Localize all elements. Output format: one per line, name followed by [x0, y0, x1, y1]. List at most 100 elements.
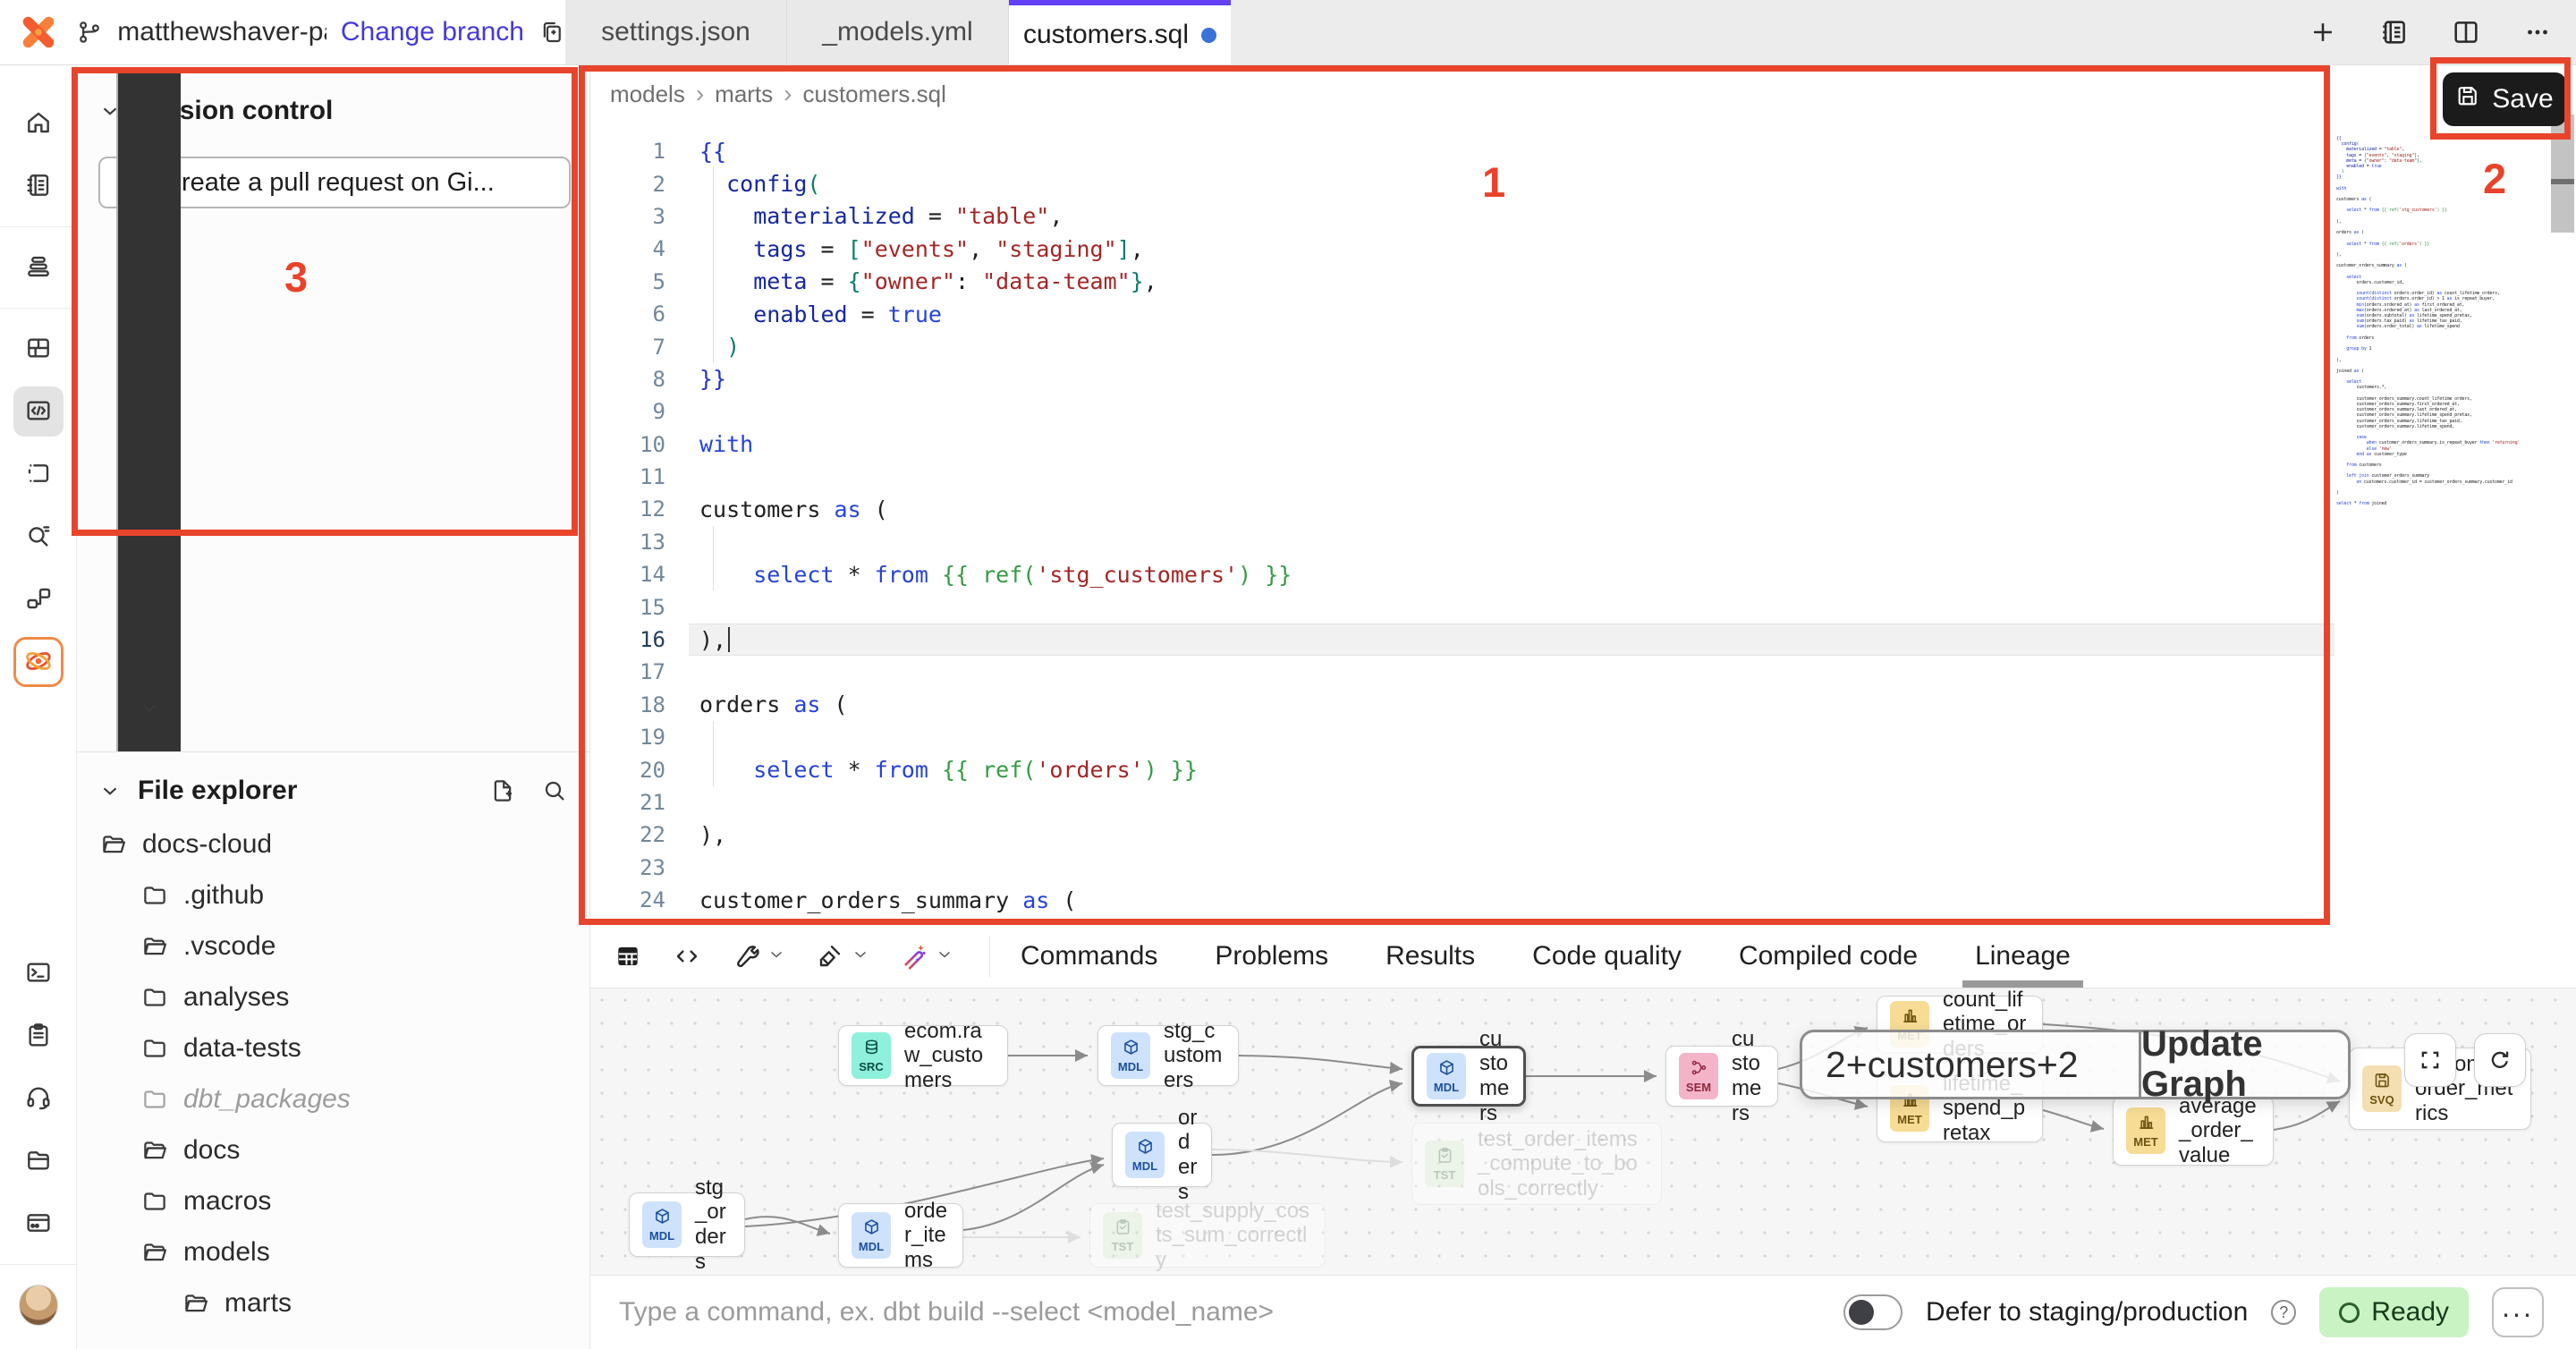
status-badge[interactable]: Ready — [2319, 1287, 2469, 1337]
broom-icon[interactable] — [816, 942, 869, 971]
file-tree-item-docs[interactable]: docs — [77, 1124, 589, 1175]
search-files-icon[interactable] — [541, 777, 568, 804]
code-line-4: 4 tags = ["events", "staging"], — [590, 233, 2334, 265]
lineage-selector-input[interactable]: 2+customers+2 — [1802, 1032, 2139, 1097]
lineage-node-stg-orders[interactable]: MDLstg_orders — [629, 1192, 745, 1257]
update-graph-button[interactable]: Update Graph — [2139, 1032, 2348, 1097]
file-tree-item-dbt-packages[interactable]: dbt_packages — [77, 1073, 589, 1124]
folder-icon — [141, 1086, 168, 1113]
file-tree-item-data-tests[interactable]: data-tests — [77, 1022, 589, 1073]
node-type-label: TST — [1112, 1240, 1134, 1253]
pr-dropdown-chevron-icon[interactable] — [116, 157, 181, 208]
rail-item-layers[interactable] — [13, 242, 64, 293]
breadcrumb-item[interactable]: customers.sql — [802, 81, 945, 108]
magic-pen-icon[interactable] — [900, 942, 953, 971]
file-tree-item-macros[interactable]: macros — [77, 1175, 589, 1226]
chevron-down-icon[interactable] — [767, 946, 785, 966]
dbt-logo-icon[interactable] — [0, 12, 76, 53]
code-line-10: 10with — [590, 428, 2334, 461]
lineage-node-orders-model[interactable]: MDLorders — [1112, 1123, 1212, 1187]
lineage-node-stg-customers[interactable]: MDLstg_customers — [1097, 1025, 1239, 1086]
rail-item-grid[interactable] — [13, 324, 64, 374]
lineage-canvas[interactable]: SRCecom.raw_customers MDLstg_customers MDL… — [590, 988, 2576, 1275]
flow-icon — [24, 584, 53, 615]
rail-item-frame[interactable] — [13, 449, 64, 499]
file-tree-item-analyses[interactable]: analyses — [77, 971, 589, 1022]
table-icon[interactable] — [614, 942, 642, 971]
split-editor-button[interactable] — [2451, 17, 2481, 47]
rail-item-card[interactable] — [13, 1199, 64, 1249]
user-avatar[interactable] — [13, 1280, 64, 1330]
lineage-node-order-items[interactable]: MDLorder_items — [838, 1203, 963, 1268]
tab--models-yml[interactable]: _models.yml — [787, 0, 1009, 64]
breadcrumb-item[interactable]: models — [610, 81, 685, 108]
create-pull-request-button[interactable]: Create a pull request on Gi... — [98, 157, 571, 208]
command-input[interactable] — [617, 1296, 1820, 1328]
bottom-tab-compiled-code[interactable]: Compiled code — [1739, 924, 1918, 988]
change-branch-link[interactable]: Change branch — [341, 17, 524, 47]
line-number: 15 — [590, 595, 689, 620]
line-number: 10 — [590, 432, 689, 457]
rail-item-home[interactable] — [13, 98, 64, 148]
lineage-node-average-order-value[interactable]: METaverage_order_value — [2113, 1096, 2274, 1166]
code-line-7: 7 ) — [590, 330, 2334, 362]
file-tree-item--github[interactable]: .github — [77, 870, 589, 921]
chevron-down-icon[interactable] — [852, 946, 869, 966]
rail-item-folder[interactable] — [13, 1136, 64, 1186]
node-label: average_order_value — [2179, 1094, 2260, 1168]
bottom-tab-results[interactable]: Results — [1385, 924, 1475, 988]
file-tree-item--vscode[interactable]: .vscode — [77, 921, 589, 971]
save-button[interactable]: Save — [2443, 72, 2566, 126]
lineage-node-customers-semantic[interactable]: SEMcustomers — [1665, 1046, 1778, 1107]
help-icon[interactable]: ? — [2271, 1300, 2296, 1325]
chevron-down-icon[interactable] — [936, 946, 953, 966]
file-explorer-title: File explorer — [138, 776, 297, 806]
new-tab-button[interactable] — [2308, 17, 2338, 47]
rail-item-terminal[interactable] — [13, 948, 64, 998]
refresh-icon[interactable] — [2474, 1033, 2526, 1087]
file-tree-label: analyses — [183, 982, 289, 1013]
lineage-node-customers-model[interactable]: MDLcustomers — [1411, 1046, 1526, 1107]
rail-item-headset[interactable] — [13, 1073, 64, 1124]
code-icon[interactable] — [673, 942, 701, 971]
wrench-icon[interactable] — [732, 942, 785, 971]
fullscreen-icon[interactable] — [2404, 1033, 2456, 1087]
editor-scrollbar[interactable] — [2551, 115, 2574, 233]
collapse-file-explorer-icon[interactable] — [98, 779, 122, 802]
folder-icon — [141, 1035, 168, 1062]
bottom-tab-problems[interactable]: Problems — [1215, 924, 1328, 988]
line-number: 8 — [590, 367, 689, 392]
tab-label: customers.sql — [1023, 20, 1189, 50]
save-label: Save — [2492, 84, 2553, 115]
rail-item-copilot[interactable] — [13, 637, 64, 687]
bottom-tab-lineage[interactable]: Lineage — [1975, 924, 2071, 988]
lineage-node-test-order-items[interactable]: TSTtest_order_items_compute_to_bools_cor… — [1411, 1123, 1662, 1205]
code-editor[interactable]: models›marts›customers.sql 1{{2 config(3… — [590, 65, 2576, 924]
rail-item-notebook[interactable] — [13, 161, 64, 211]
lineage-node-test-supply[interactable]: TSTtest_supply_costs_sum_correctly — [1089, 1203, 1326, 1268]
minimap[interactable]: {{ config( materialized = "table", tags … — [2336, 136, 2549, 530]
rail-item-search-sparkle[interactable] — [13, 512, 64, 562]
rail-item-code-editor[interactable] — [13, 386, 64, 437]
more-actions-button[interactable]: ... — [2492, 1287, 2544, 1337]
left-rail — [0, 65, 77, 1349]
tab-customers-sql[interactable]: customers.sql — [1009, 0, 1231, 64]
new-file-icon[interactable] — [489, 777, 516, 804]
folder-icon — [141, 984, 168, 1011]
lineage-node-raw-customers[interactable]: SRCecom.raw_customers — [838, 1025, 1008, 1086]
bottom-tab-code-quality[interactable]: Code quality — [1532, 924, 1682, 988]
rail-item-clipboard[interactable] — [13, 1011, 64, 1061]
rail-item-flow[interactable] — [13, 574, 64, 624]
breadcrumb-item[interactable]: marts — [715, 81, 773, 108]
notebook-panel-button[interactable] — [2379, 17, 2410, 47]
tab-settings-json[interactable]: settings.json — [565, 0, 787, 64]
bottom-tab-commands[interactable]: Commands — [1021, 924, 1157, 988]
code-line-11: 11 — [590, 461, 2334, 493]
defer-toggle[interactable] — [1843, 1294, 1902, 1330]
more-options-icon[interactable] — [2522, 17, 2553, 47]
copy-branch-icon[interactable] — [538, 19, 565, 46]
node-label: stg_customers — [1164, 1019, 1225, 1093]
file-tree-item-docs-cloud[interactable]: docs-cloud — [77, 819, 589, 870]
file-tree-item-marts[interactable]: marts — [77, 1277, 589, 1328]
file-tree-item-models[interactable]: models — [77, 1226, 589, 1277]
